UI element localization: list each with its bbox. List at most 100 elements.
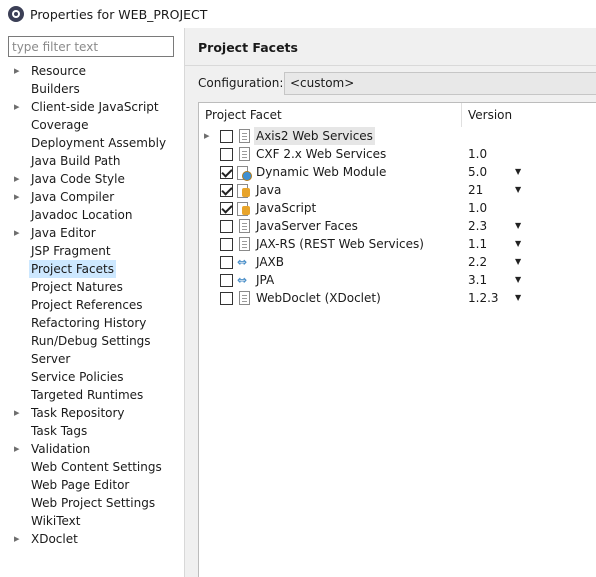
configuration-select[interactable]: <custom> xyxy=(284,72,596,95)
chevron-right-icon[interactable]: ▸ xyxy=(14,224,24,242)
nav-item[interactable]: ▸ Resource xyxy=(0,62,184,80)
facet-checkbox[interactable] xyxy=(220,256,233,269)
nav-item[interactable]: ▸ Validation xyxy=(0,440,184,458)
facet-row[interactable]: ⇔ JAXB 2.2 ▼ xyxy=(199,253,596,271)
facet-version[interactable]: 21 xyxy=(468,181,483,199)
facet-version[interactable]: 3.1 xyxy=(468,271,487,289)
column-header-project-facet[interactable]: Project Facet xyxy=(199,103,462,127)
facet-checkbox[interactable] xyxy=(220,220,233,233)
nav-item[interactable]: Web Project Settings xyxy=(0,494,184,512)
facet-version[interactable]: 5.0 xyxy=(468,163,487,181)
document-icon xyxy=(239,129,250,143)
nav-item-label: Task Repository xyxy=(31,406,125,420)
nav-item-label: Javadoc Location xyxy=(31,208,133,222)
nav-item[interactable]: Web Page Editor xyxy=(0,476,184,494)
nav-item[interactable]: Builders xyxy=(0,80,184,98)
facet-version[interactable]: 2.3 xyxy=(468,217,487,235)
facet-checkbox[interactable] xyxy=(220,292,233,305)
facet-name: WebDoclet (XDoclet) xyxy=(256,291,381,305)
nav-item-label: Project Natures xyxy=(31,280,123,294)
nav-item[interactable]: Java Build Path xyxy=(0,152,184,170)
nav-item[interactable]: WikiText xyxy=(0,512,184,530)
facet-row[interactable]: JavaScript 1.0 xyxy=(199,199,596,217)
facet-version[interactable]: 1.1 xyxy=(468,235,487,253)
facet-row[interactable]: Dynamic Web Module 5.0 ▼ xyxy=(199,163,596,181)
facet-name: JavaServer Faces xyxy=(256,219,358,233)
version-dropdown-icon[interactable]: ▼ xyxy=(515,289,521,307)
nav-item[interactable]: ▸ Task Repository xyxy=(0,404,184,422)
nav-item[interactable]: ▸ Client-side JavaScript xyxy=(0,98,184,116)
nav-item-label: Web Project Settings xyxy=(31,496,156,510)
nav-item[interactable]: ▸ Java Editor xyxy=(0,224,184,242)
chevron-right-icon[interactable]: ▸ xyxy=(204,127,214,145)
window-title: Properties for WEB_PROJECT xyxy=(30,6,208,22)
column-header-version[interactable]: Version xyxy=(462,103,596,127)
nav-item[interactable]: Run/Debug Settings xyxy=(0,332,184,350)
nav-item[interactable]: Project References xyxy=(0,296,184,314)
facet-name: Axis2 Web Services xyxy=(254,127,375,145)
nav-item[interactable]: Deployment Assembly xyxy=(0,134,184,152)
chevron-right-icon[interactable]: ▸ xyxy=(14,440,24,458)
facet-checkbox[interactable] xyxy=(220,238,233,251)
nav-item-label: Client-side JavaScript xyxy=(31,100,159,114)
nav-item-label: Web Page Editor xyxy=(31,478,130,492)
nav-item-label: Run/Debug Settings xyxy=(31,334,151,348)
nav-item[interactable]: Refactoring History xyxy=(0,314,184,332)
chevron-right-icon[interactable]: ▸ xyxy=(14,62,24,80)
facet-row[interactable]: CXF 2.x Web Services 1.0 xyxy=(199,145,596,163)
facet-row[interactable]: JAX-RS (REST Web Services) 1.1 ▼ xyxy=(199,235,596,253)
web-module-icon xyxy=(237,165,252,181)
facet-checkbox[interactable] xyxy=(220,202,233,215)
facet-version[interactable]: 1.2.3 xyxy=(468,289,499,307)
facet-version[interactable]: 1.0 xyxy=(468,199,487,217)
project-facets-page: Project Facets Configuration: <custom> P… xyxy=(185,28,596,577)
facet-checkbox[interactable] xyxy=(220,130,233,143)
nav-item[interactable]: ▸ Java Compiler xyxy=(0,188,184,206)
version-dropdown-icon[interactable]: ▼ xyxy=(515,163,521,181)
nav-item-label: Java Build Path xyxy=(31,154,121,168)
facet-row[interactable]: WebDoclet (XDoclet) 1.2.3 ▼ xyxy=(199,289,596,307)
facet-row[interactable]: ⇔ JPA 3.1 ▼ xyxy=(199,271,596,289)
version-dropdown-icon[interactable]: ▼ xyxy=(515,253,521,271)
chevron-right-icon[interactable]: ▸ xyxy=(14,170,24,188)
nav-item[interactable]: JSP Fragment xyxy=(0,242,184,260)
nav-item[interactable]: Targeted Runtimes xyxy=(0,386,184,404)
nav-item[interactable]: Web Content Settings xyxy=(0,458,184,476)
nav-item[interactable]: Project Natures xyxy=(0,278,184,296)
nav-item[interactable]: Javadoc Location xyxy=(0,206,184,224)
facet-checkbox[interactable] xyxy=(220,148,233,161)
facet-name: JavaScript xyxy=(256,201,317,215)
chevron-right-icon[interactable]: ▸ xyxy=(14,98,24,116)
java-icon xyxy=(237,201,251,216)
nav-item[interactable]: ▸ XDoclet xyxy=(0,530,184,548)
chevron-right-icon[interactable]: ▸ xyxy=(14,530,24,548)
nav-item[interactable]: Service Policies xyxy=(0,368,184,386)
nav-item-label: Server xyxy=(31,352,71,366)
version-dropdown-icon[interactable]: ▼ xyxy=(515,235,521,253)
version-dropdown-icon[interactable]: ▼ xyxy=(515,217,521,235)
facet-row[interactable]: JavaServer Faces 2.3 ▼ xyxy=(199,217,596,235)
facet-checkbox[interactable] xyxy=(220,184,233,197)
facet-row[interactable]: Java 21 ▼ xyxy=(199,181,596,199)
nav-item[interactable]: Coverage xyxy=(0,116,184,134)
facet-checkbox[interactable] xyxy=(220,166,233,179)
facet-checkbox[interactable] xyxy=(220,274,233,287)
nav-item[interactable]: Server xyxy=(0,350,184,368)
facet-row[interactable]: ▸ Axis2 Web Services xyxy=(199,127,596,145)
version-dropdown-icon[interactable]: ▼ xyxy=(515,271,521,289)
document-icon xyxy=(239,237,250,251)
facet-version[interactable]: 2.2 xyxy=(468,253,487,271)
page-title: Project Facets xyxy=(198,40,298,55)
facet-name: Java xyxy=(256,183,282,197)
nav-item[interactable]: Project Facets xyxy=(0,260,184,278)
version-dropdown-icon[interactable]: ▼ xyxy=(515,181,521,199)
chevron-right-icon[interactable]: ▸ xyxy=(14,188,24,206)
nav-item-label: XDoclet xyxy=(31,532,78,546)
chevron-right-icon[interactable]: ▸ xyxy=(14,404,24,422)
nav-item-label: Refactoring History xyxy=(31,316,147,330)
nav-item[interactable]: ▸ Java Code Style xyxy=(0,170,184,188)
facet-version[interactable]: 1.0 xyxy=(468,145,487,163)
filter-input[interactable] xyxy=(8,36,174,57)
facet-name: Dynamic Web Module xyxy=(256,165,387,179)
nav-item[interactable]: Task Tags xyxy=(0,422,184,440)
